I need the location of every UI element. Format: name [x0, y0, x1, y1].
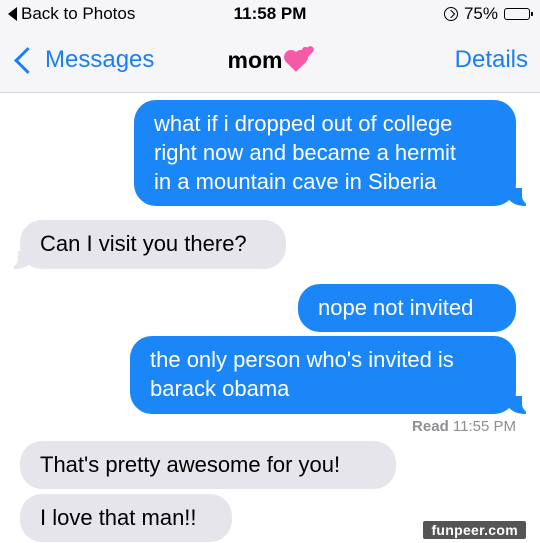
status-bar: Back to Photos 11:58 PM 75%: [0, 0, 540, 30]
message-line: nope not invited: [318, 295, 474, 320]
bubble-tail: [506, 396, 536, 414]
message-line: the only person who's invited is: [150, 347, 454, 372]
message-bubble-incoming[interactable]: That's pretty awesome for you!: [20, 441, 396, 489]
message-line: That's pretty awesome for you!: [40, 452, 341, 477]
message-line: what if i dropped out of college: [154, 111, 453, 136]
message-bubble-outgoing[interactable]: what if i dropped out of college right n…: [134, 100, 516, 206]
two-hearts-icon: [286, 47, 313, 72]
read-receipt: Read 11:55 PM: [412, 418, 516, 435]
message-line: I love that man!!: [40, 505, 197, 530]
rotation-lock-icon: [443, 7, 458, 21]
read-label: Read: [412, 418, 449, 435]
read-time: 11:55 PM: [452, 418, 516, 435]
battery-icon: [504, 8, 533, 20]
contact-name: mom: [227, 47, 283, 73]
message-line: Can I visit you there?: [40, 231, 247, 256]
battery-percent: 75%: [463, 4, 498, 23]
message-line: in a mountain cave in Siberia: [154, 169, 437, 194]
bubble-tail: [506, 188, 536, 206]
message-bubble-outgoing[interactable]: nope not invited: [298, 284, 516, 332]
details-button[interactable]: Details: [455, 46, 528, 74]
status-right: 75%: [443, 4, 533, 24]
nav-bar: Messages mom Details: [0, 30, 540, 93]
watermark: funpeer.com: [423, 521, 526, 539]
message-line: barack obama: [150, 376, 290, 401]
message-bubble-incoming[interactable]: Can I visit you there?: [20, 220, 286, 269]
message-bubble-outgoing[interactable]: the only person who's invited is barack …: [130, 336, 516, 414]
message-line: right now and became a hermit: [154, 140, 457, 165]
message-bubble-incoming[interactable]: I love that man!!: [20, 494, 232, 542]
